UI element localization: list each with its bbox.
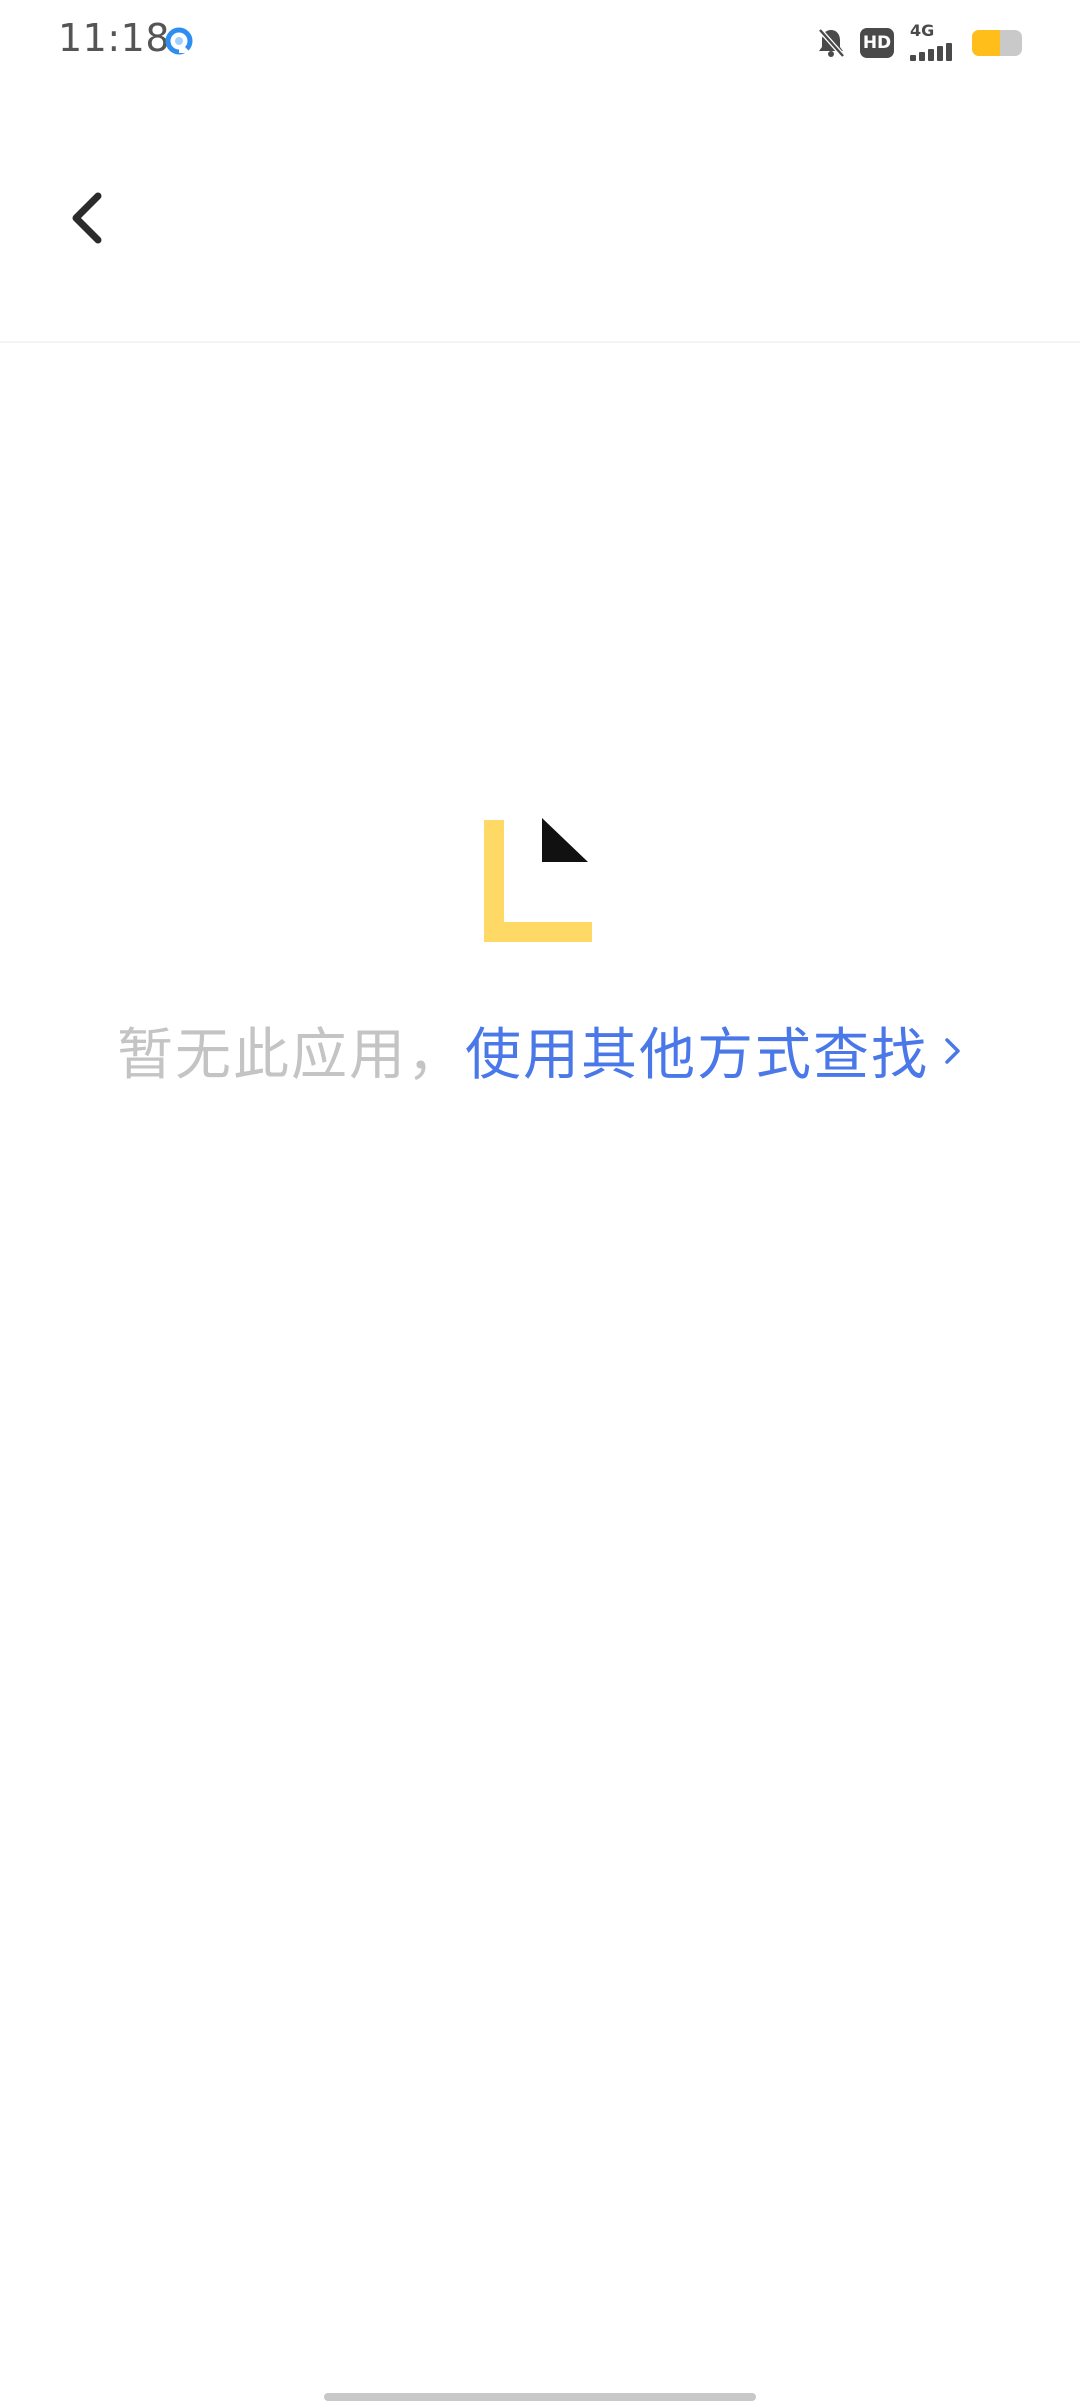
home-indicator[interactable] [324,2393,756,2401]
empty-state-text: 暂无此应用， [117,1023,465,1088]
status-icons: HD 4G [816,20,1022,66]
battery-level [972,30,1000,56]
empty-state-message: 暂无此应用， 使用其他方式查找 [0,1010,1080,1091]
network-type-label: 4G [910,21,935,40]
screen: 11:18 HD 4G 暂无此应用， 使用其他方式查找 [0,0,1080,2408]
empty-state-illustration [484,818,592,942]
status-time: 11:18 [58,16,171,60]
battery-icon [972,30,1022,56]
header [0,86,1080,343]
chevron-left-icon [72,192,102,244]
back-button[interactable] [48,178,128,258]
hd-icon: HD [860,28,894,58]
find-other-way-label: 使用其他方式查找 [465,1023,929,1088]
mute-bell-icon [818,28,845,58]
status-bar: 11:18 HD 4G [0,0,1080,86]
signal-icon: 4G [908,21,958,63]
find-other-way-link[interactable]: 使用其他方式查找 [465,1010,963,1091]
chevron-right-icon [945,1037,960,1064]
app-notification-icon [165,27,193,55]
